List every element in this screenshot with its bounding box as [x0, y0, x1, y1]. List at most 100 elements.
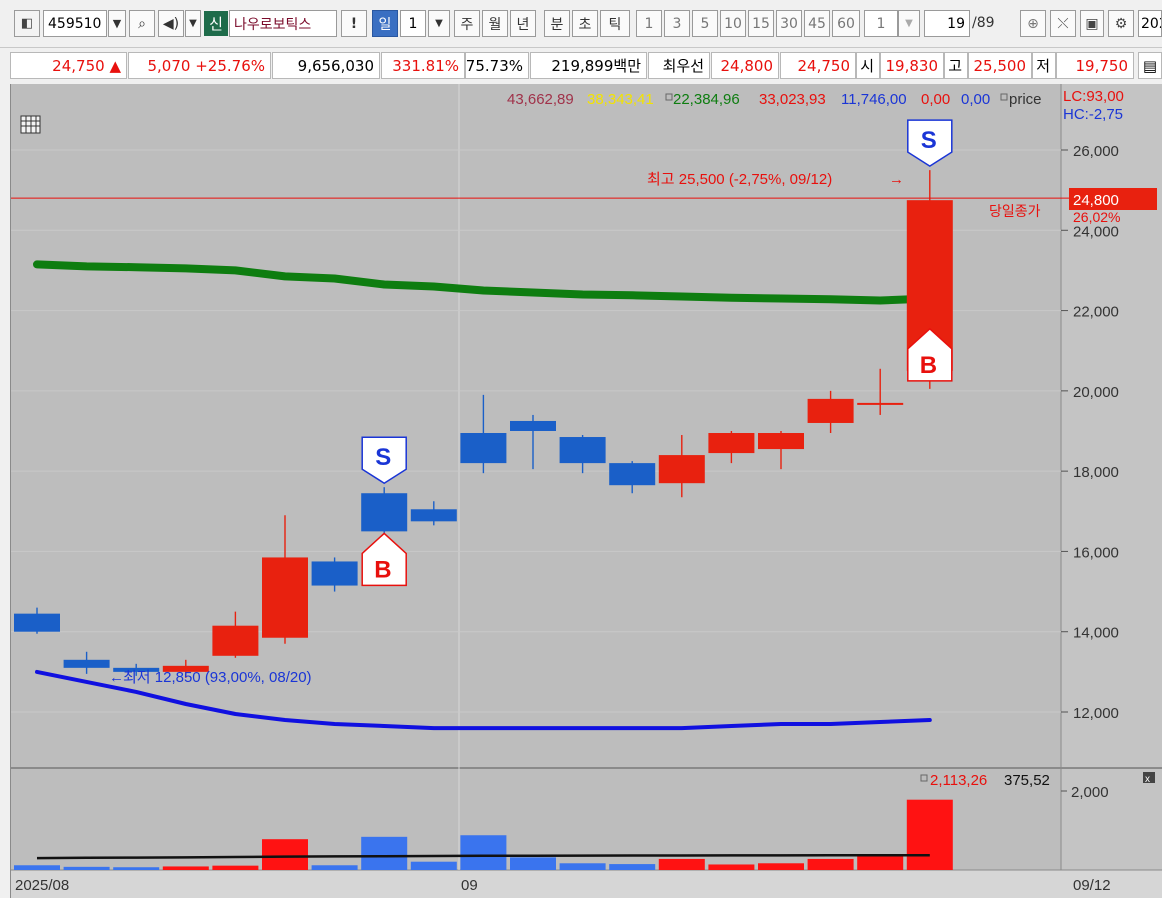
open-label: 시: [856, 52, 880, 79]
plus-chart-icon: ⊕: [1027, 15, 1039, 32]
y-tick-label: 20,000: [1073, 384, 1119, 401]
up-arrow-icon: ▲: [109, 56, 121, 75]
period-week-tab[interactable]: 주: [454, 10, 480, 37]
volume-bar: [113, 867, 160, 870]
legend-value-6: 0,00: [921, 91, 950, 108]
candle-body: [14, 613, 60, 632]
interval-5-button[interactable]: 5: [692, 10, 718, 37]
volume-legend-avg: 375,52: [1004, 772, 1050, 789]
candle-body: [410, 509, 457, 522]
interval-3-button[interactable]: 3: [664, 10, 690, 37]
volume-ratio: 331.81%: [381, 52, 465, 79]
line-tool-icon: ⤬: [1057, 15, 1069, 32]
stock-name-field[interactable]: 나우로보틱스: [229, 10, 337, 37]
gear-icon: ⚙: [1114, 15, 1128, 32]
settings-button[interactable]: ⚙: [1108, 10, 1134, 37]
interval-45-button[interactable]: 45: [804, 10, 830, 37]
interval-60-button[interactable]: 60: [832, 10, 860, 37]
candle-body: [807, 398, 854, 423]
y-tick-label: 26,000: [1073, 143, 1119, 160]
alert-button[interactable]: !: [341, 10, 367, 37]
buy-signal-label: B: [920, 352, 937, 379]
period-count-dropdown[interactable]: ▼: [428, 10, 450, 37]
open-price: 19,830: [880, 52, 944, 79]
legend-value-7: 0,00: [961, 91, 990, 108]
volume-bar: [410, 861, 457, 870]
save-button[interactable]: ▣: [1080, 10, 1104, 37]
period-day-tab[interactable]: 일: [372, 10, 398, 37]
chevron-down-icon: ▼: [189, 18, 197, 29]
chart-tool-button[interactable]: ⤬: [1050, 10, 1076, 37]
volume-bar: [361, 836, 408, 870]
compare-button[interactable]: ⊕: [1020, 10, 1046, 37]
period-second-tab[interactable]: 초: [572, 10, 598, 37]
high-annotation: 최고 25,500 (-2,75%, 09/12): [647, 171, 832, 188]
volume-bar: [807, 858, 854, 870]
chevron-down-icon: ▼: [905, 18, 913, 29]
legend-value-4: 33,023,93: [759, 91, 826, 108]
candle-body: [857, 402, 904, 405]
legend-price-label: price: [1009, 91, 1042, 108]
interval-dropdown[interactable]: ▼: [898, 10, 920, 37]
chevron-down-icon: ▼: [112, 17, 122, 30]
stock-code-input[interactable]: 459510: [43, 10, 107, 37]
interval-1-button[interactable]: 1: [636, 10, 662, 37]
buy-signal-label: B: [374, 556, 391, 583]
low-price: 19,750: [1056, 52, 1134, 79]
bid-price: 24,750: [780, 52, 856, 79]
date-label-month: 09: [461, 877, 478, 894]
period-year-tab[interactable]: 년: [510, 10, 536, 37]
interval-30-button[interactable]: 30: [776, 10, 802, 37]
legend-value-3: 22,384,96: [673, 91, 740, 108]
y-tick-label: 12,000: [1073, 705, 1119, 722]
period-month-tab[interactable]: 월: [482, 10, 508, 37]
volume-bar: [906, 799, 953, 870]
period-minute-tab[interactable]: 분: [544, 10, 570, 37]
ask-price: 24,800: [711, 52, 779, 79]
speaker-dropdown-button[interactable]: ▼: [185, 10, 201, 37]
date-input[interactable]: 202: [1138, 10, 1162, 37]
speaker-button[interactable]: ◀): [158, 10, 184, 37]
price-chart[interactable]: 12,000 14,000 16,000 18,000 20,000 22,000 24,0…: [11, 84, 1162, 898]
current-price: 24,750 ▲: [10, 52, 127, 79]
volume-bar: [460, 835, 507, 870]
close-label: 당일종가: [989, 203, 1041, 219]
interval-input[interactable]: 1: [864, 10, 898, 37]
chevron-down-icon: ▼: [435, 18, 443, 29]
panel-toggle-icon[interactable]: ◧: [14, 10, 40, 37]
high-price: 25,500: [968, 52, 1032, 79]
volume-bar: [262, 839, 308, 870]
quote-bar: 24,750 ▲ 5,070 +25.76% 9,656,030 331.81%…: [0, 48, 1162, 82]
search-button[interactable]: ⌕: [129, 10, 155, 37]
trade-amount: 219,899백만: [530, 52, 647, 79]
candle-body: [559, 437, 606, 464]
quote-menu-button[interactable]: ▤: [1138, 52, 1162, 79]
volume-bar: [212, 865, 259, 870]
volume-bar: [658, 858, 705, 870]
code-dropdown-button[interactable]: ▼: [108, 10, 126, 37]
grid-toggle-icon[interactable]: [20, 115, 41, 134]
low-label: 저: [1032, 52, 1056, 79]
chart-panel[interactable]: 12,000 14,000 16,000 18,000 20,000 22,000 24,0…: [10, 84, 1162, 898]
date-axis-area: [11, 870, 1162, 898]
volume-bar: [311, 865, 358, 870]
svg-text:x: x: [1145, 774, 1150, 785]
price-change-pct: +25.76%: [195, 56, 265, 75]
high-label: 고: [944, 52, 968, 79]
candle-body: [212, 625, 259, 656]
legend-value-1: 43,662,89: [507, 91, 574, 108]
page-current-input[interactable]: 19: [924, 10, 970, 37]
candle-body: [708, 433, 755, 454]
volume-bar: [857, 854, 904, 870]
current-price-value: 24,750: [52, 56, 105, 75]
speaker-icon: ◀): [162, 15, 180, 32]
period-count-input[interactable]: 1: [400, 10, 426, 37]
y-tick-label: 14,000: [1073, 625, 1119, 642]
candle-body: [510, 420, 556, 431]
period-tick-tab[interactable]: 틱: [600, 10, 630, 37]
legend-value-2: 38,343,41: [587, 91, 654, 108]
interval-10-button[interactable]: 10: [720, 10, 746, 37]
interval-15-button[interactable]: 15: [748, 10, 774, 37]
candle-body: [758, 433, 804, 450]
sell-signal-label: S: [921, 127, 937, 154]
